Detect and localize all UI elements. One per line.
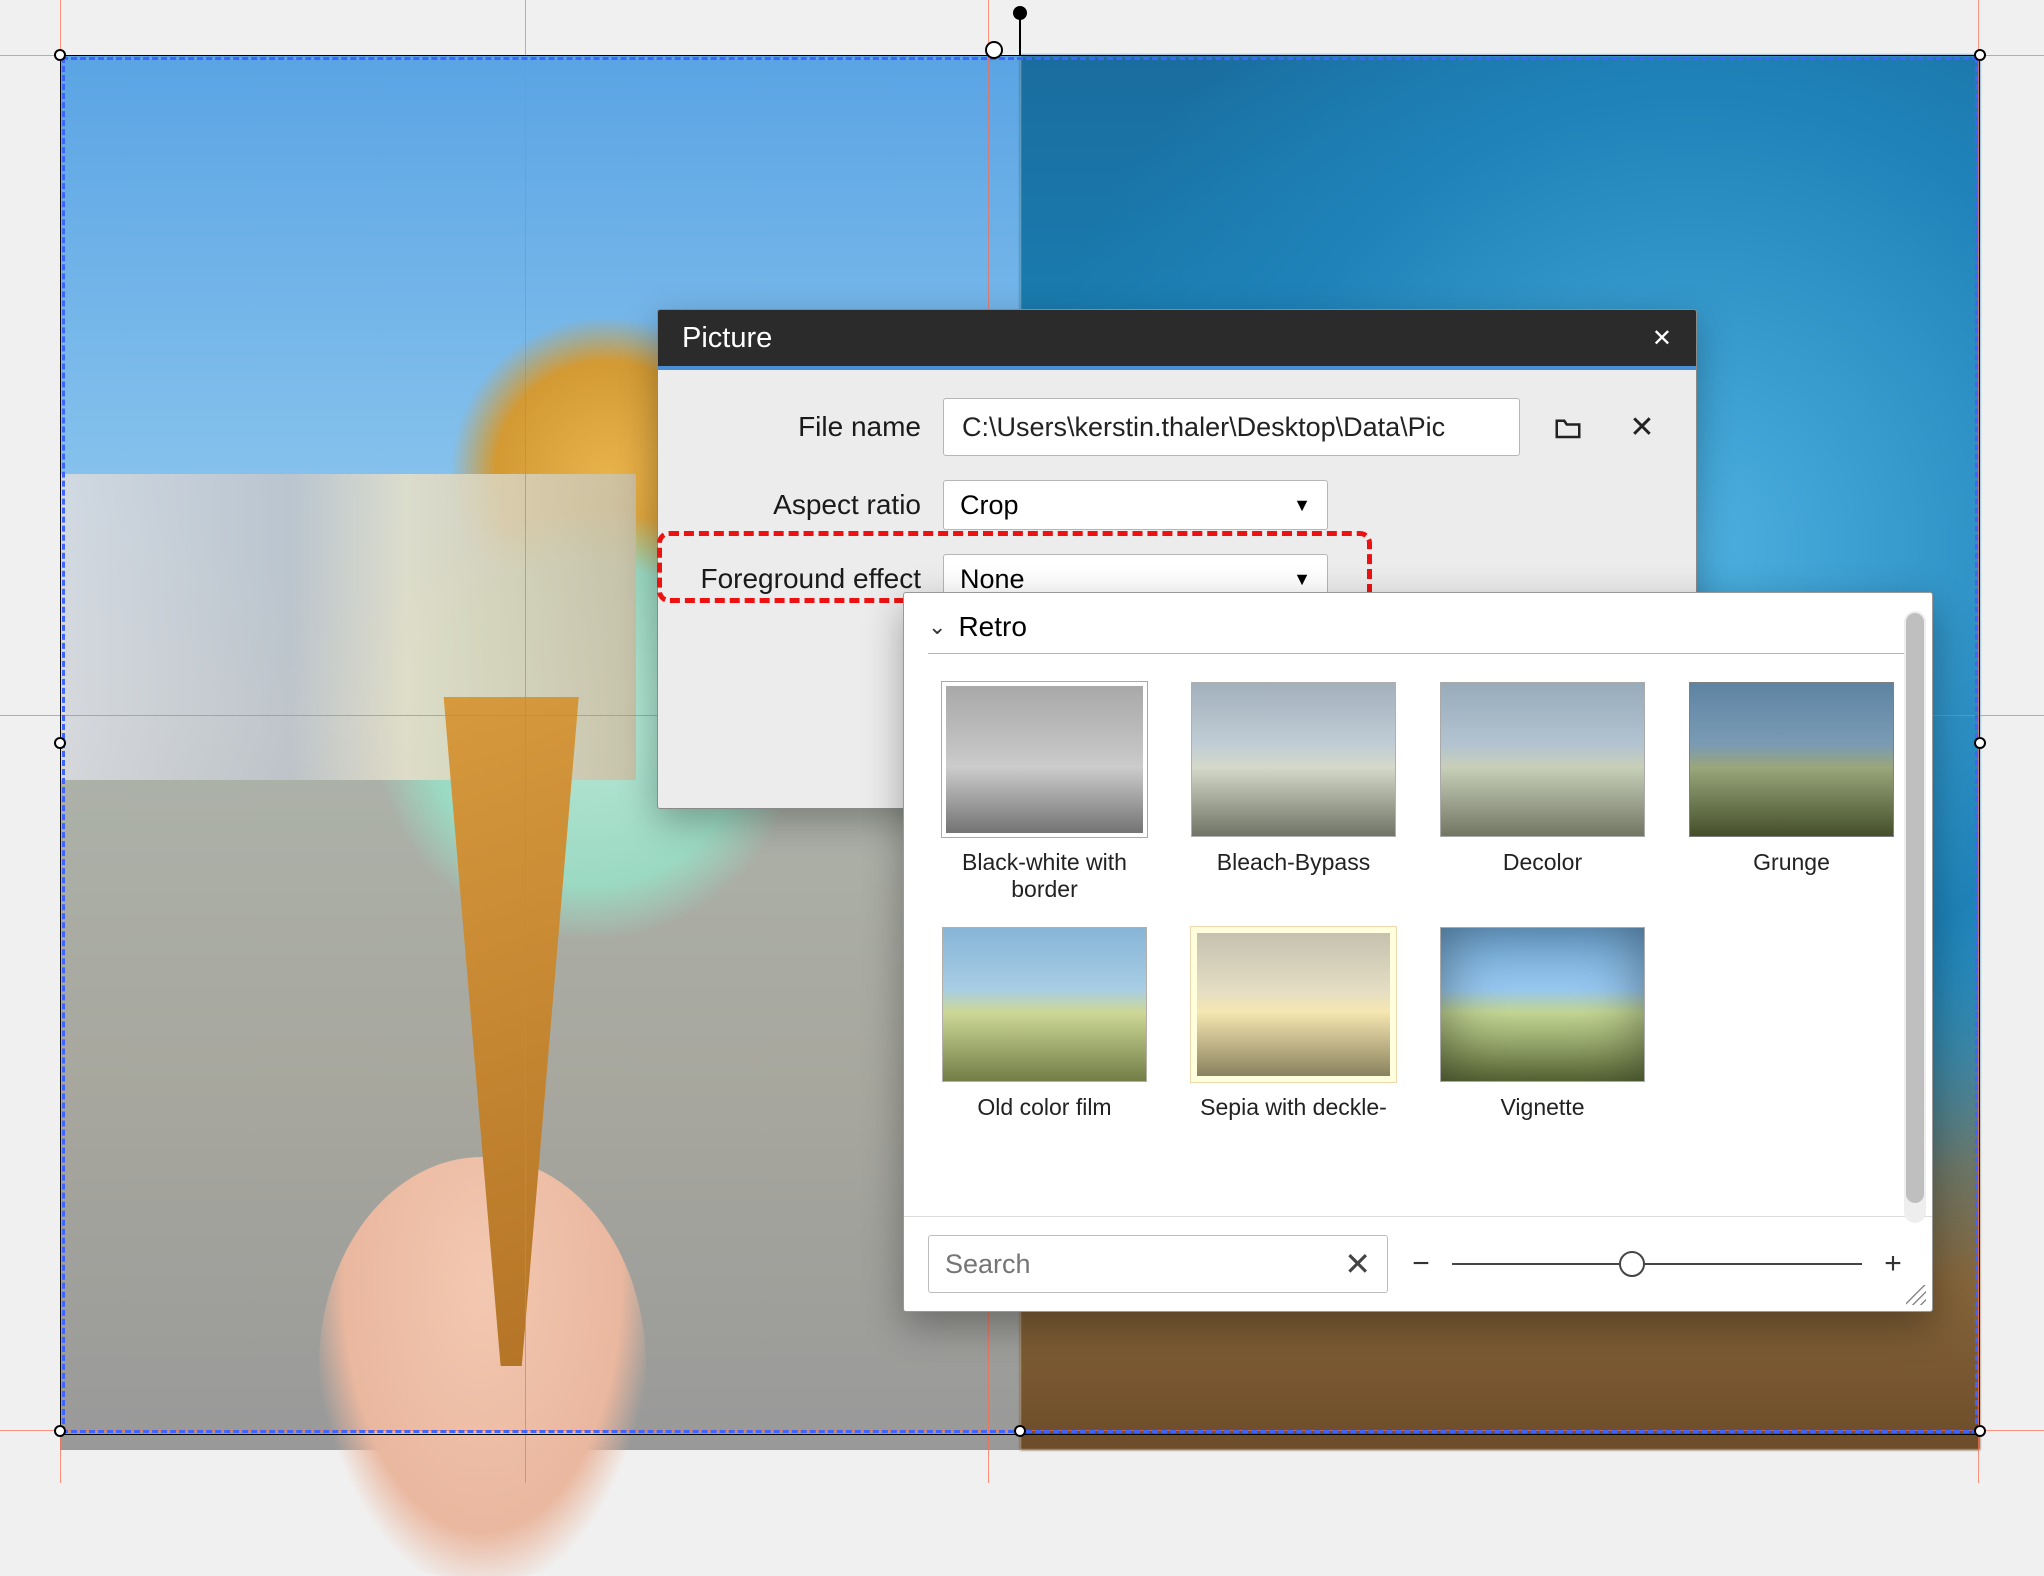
thumbnail-zoom: − + [1406, 1247, 1908, 1281]
effect-thumbnail [1440, 927, 1645, 1082]
close-icon[interactable]: ✕ [1652, 324, 1672, 353]
browse-folder-icon[interactable] [1542, 401, 1594, 453]
effect-grunge[interactable]: Grunge [1679, 682, 1904, 903]
chevron-down-icon: ⌄ [928, 614, 946, 640]
effect-thumbnail [1689, 682, 1894, 837]
zoom-out-button[interactable]: − [1406, 1247, 1436, 1281]
zoom-in-button[interactable]: + [1878, 1247, 1908, 1281]
rotation-handle[interactable] [1013, 6, 1027, 20]
foreground-effect-value: None [960, 564, 1025, 595]
effect-thumbnail [1191, 927, 1396, 1082]
zoom-slider[interactable] [1452, 1263, 1862, 1265]
effect-decolor[interactable]: Decolor [1430, 682, 1655, 903]
divider [928, 653, 1908, 654]
effects-grid: Black-white with border Bleach-Bypass De… [904, 662, 1932, 1216]
effect-vignette[interactable]: Vignette [1430, 927, 1655, 1121]
effect-label: Bleach-Bypass [1217, 849, 1370, 876]
scrollbar-thumb[interactable] [1906, 613, 1924, 1203]
image-hand [319, 1157, 645, 1576]
effect-label: Black-white with border [932, 849, 1157, 903]
effect-thumbnail [1440, 682, 1645, 837]
effect-bleach-bypass[interactable]: Bleach-Bypass [1181, 682, 1406, 903]
clear-file-icon[interactable]: ✕ [1616, 401, 1668, 453]
effects-popup: ⌄ Retro Black-white with border Bleach-B… [903, 592, 1933, 1312]
effect-label: Sepia with deckle- [1200, 1094, 1387, 1121]
effect-sepia-deckle[interactable]: Sepia with deckle- [1181, 927, 1406, 1121]
effect-black-white-border[interactable]: Black-white with border [932, 682, 1157, 903]
aspect-ratio-label: Aspect ratio [686, 489, 921, 521]
effects-search[interactable]: ✕ [928, 1235, 1388, 1293]
panel-title-text: Picture [682, 322, 772, 355]
panel-titlebar[interactable]: Picture ✕ [658, 310, 1696, 370]
effect-old-color-film[interactable]: Old color film [932, 927, 1157, 1121]
effects-category-header[interactable]: ⌄ Retro [904, 593, 1932, 653]
search-input[interactable] [945, 1249, 1344, 1280]
effects-scrollbar[interactable] [1904, 611, 1926, 1223]
filename-label: File name [686, 411, 921, 443]
chevron-down-icon: ▼ [1293, 569, 1311, 590]
aspect-ratio-dropdown[interactable]: Crop ▼ [943, 480, 1328, 530]
zoom-slider-knob[interactable] [1619, 1251, 1645, 1277]
aspect-ratio-value: Crop [960, 490, 1019, 521]
effect-label: Grunge [1753, 849, 1830, 876]
effect-label: Decolor [1503, 849, 1582, 876]
clear-search-icon[interactable]: ✕ [1344, 1245, 1371, 1283]
foreground-effect-label: Foreground effect [686, 563, 921, 595]
effect-thumbnail [942, 682, 1147, 837]
effect-thumbnail [942, 927, 1147, 1082]
effects-category-title: Retro [958, 611, 1026, 643]
chevron-down-icon: ▼ [1293, 495, 1311, 516]
rotation-handle-line [1019, 18, 1021, 56]
resize-grip-icon[interactable] [1906, 1285, 1926, 1305]
effect-label: Vignette [1501, 1094, 1585, 1121]
effect-thumbnail [1191, 682, 1396, 837]
effect-label: Old color film [977, 1094, 1111, 1121]
filename-input[interactable]: C:\Users\kerstin.thaler\Desktop\Data\Pic [943, 398, 1520, 456]
